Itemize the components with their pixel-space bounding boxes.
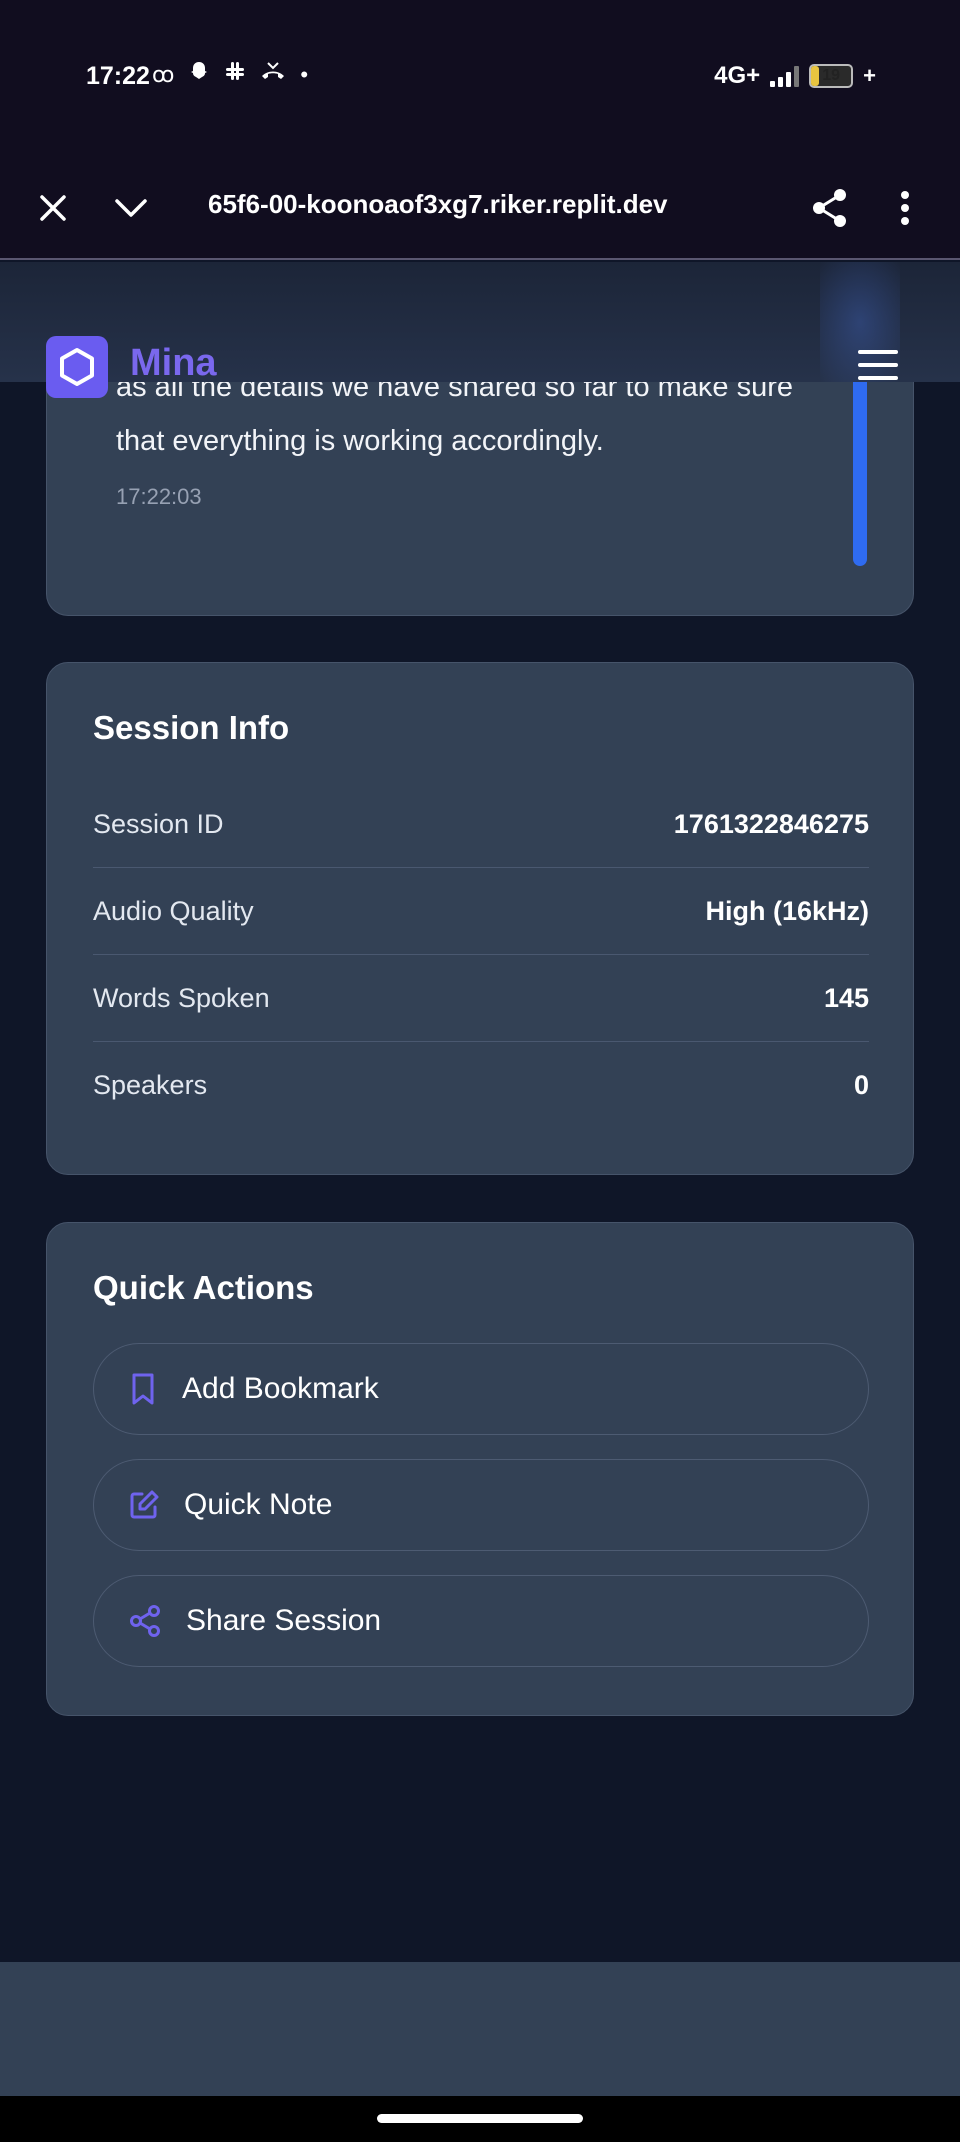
status-bar: 17:22 ꝏ • 4G+ 19 + [0,0,960,155]
collapse-button[interactable] [106,183,156,233]
more-options-button[interactable] [880,183,930,233]
share-icon [130,1605,160,1637]
info-label: Session ID [93,808,224,839]
transcript-line: that everything is working accordingly. [116,425,604,457]
charging-indicator: + [863,63,876,88]
more-vertical-icon [901,191,909,225]
hamburger-menu-button[interactable] [858,350,898,384]
signal-icon [770,65,800,87]
share-icon [813,189,846,227]
home-gesture-handle[interactable] [377,2114,583,2123]
quick-note-label: Quick Note [184,1488,333,1521]
speakers-row: Speakers 0 [93,1042,869,1129]
add-bookmark-label: Add Bookmark [182,1372,379,1405]
words-spoken-row: Words Spoken 145 [93,955,869,1042]
add-bookmark-button[interactable]: Add Bookmark [93,1343,869,1435]
menu-icon [858,350,898,354]
battery-level: 19 [822,67,841,84]
url-bar[interactable]: 65f6-00-koonoaof3xg7.riker.replit.dev [208,189,708,220]
quick-note-button[interactable]: Quick Note [93,1459,869,1551]
bottom-panel [0,1962,960,2096]
bookmark-icon [132,1373,154,1405]
voicemail-icon: ꝏ [152,61,175,87]
hexagon-icon [60,348,94,386]
app-logo[interactable] [46,336,108,398]
info-label: Audio Quality [93,895,254,926]
battery-icon: 19 [809,64,854,88]
share-page-button[interactable] [805,183,855,233]
snapchat-icon [188,60,210,89]
transcript-timestamp: 17:22:03 [116,484,202,509]
info-value: 145 [823,982,869,1013]
share-session-button[interactable]: Share Session [93,1575,869,1667]
share-session-label: Share Session [186,1604,382,1637]
system-status: 4G+ 19 + [714,62,876,90]
status-time: 17:22 [86,62,150,90]
info-label: Words Spoken [93,982,270,1013]
audio-quality-row: Audio Quality High (16kHz) [93,868,869,955]
close-tab-button[interactable] [28,183,78,233]
slack-icon [224,60,246,89]
info-value: High (16kHz) [705,895,869,926]
dot-icon: • [300,61,309,87]
session-info-card: Session Info Session ID 1761322846275 Au… [46,662,914,1175]
missed-call-icon [260,60,286,89]
info-value: 0 [853,1070,869,1100]
chevron-down-icon [115,199,147,217]
edit-icon [130,1490,159,1519]
quick-actions-card: Quick Actions Add Bookmark Quick Note Sh… [46,1222,914,1716]
quick-actions-title: Quick Actions [93,1269,314,1306]
notification-icons: ꝏ • [152,60,308,89]
session-id-row: Session ID 1761322846275 [93,781,869,868]
close-icon [40,195,66,221]
browser-toolbar: 65f6-00-koonoaof3xg7.riker.replit.dev [0,155,960,260]
network-label: 4G+ [714,62,761,89]
info-value: 1761322846275 [673,808,869,839]
info-label: Speakers [93,1070,208,1100]
brand-name[interactable]: Mina [130,342,217,385]
session-info-title: Session Info [93,709,290,746]
